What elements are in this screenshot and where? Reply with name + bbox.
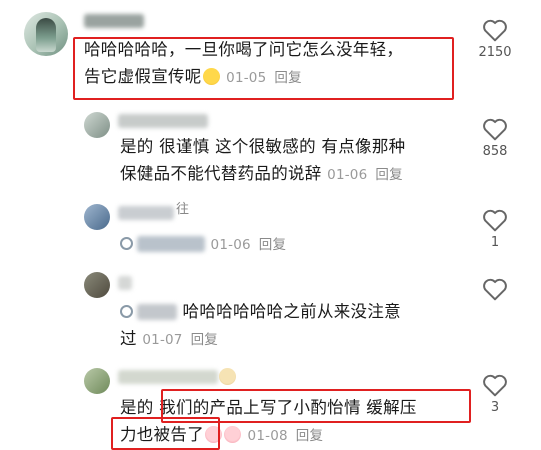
avatar[interactable]	[84, 112, 110, 138]
comment-text: 哈哈哈哈哈哈之前从来没注意 过 01-07 回复	[120, 302, 401, 348]
heart-outline-icon	[483, 118, 507, 141]
comment-text: 哈哈哈哈哈，一旦你喝了问它怎么没年轻， 告它虚假宣传呢 01-05 回复	[84, 40, 404, 86]
heart-outline-icon	[483, 209, 507, 232]
heart-outline-icon	[483, 374, 507, 397]
username-blurred[interactable]	[118, 276, 132, 290]
like-count: 1	[490, 235, 500, 250]
username-blurred[interactable]	[118, 370, 218, 384]
reply-button[interactable]: 回复	[296, 428, 323, 444]
reply-button[interactable]: 回复	[259, 237, 286, 253]
mention-blurred[interactable]	[137, 236, 205, 252]
comment-text: 是的 我们的产品上写了小酌怡情 缓解压 力也被告了 01-08 回复	[120, 398, 417, 444]
username-fragment: 往	[176, 202, 190, 217]
reply-button[interactable]: 回复	[274, 70, 301, 86]
username-blurred[interactable]	[84, 14, 144, 28]
emoji-icon	[202, 68, 220, 85]
comment-text: 01-06 回复	[120, 230, 286, 259]
emoji-icon	[219, 368, 236, 385]
heart-outline-icon	[483, 278, 507, 301]
mention-icon	[120, 237, 133, 250]
like-button[interactable]: 3	[470, 373, 520, 415]
mention-blurred[interactable]	[137, 304, 177, 320]
like-count: 858	[482, 144, 508, 159]
like-count: 2150	[478, 45, 512, 60]
emoji-icon	[224, 426, 241, 443]
reply-button[interactable]: 回复	[191, 332, 218, 348]
username-blurred[interactable]	[118, 206, 174, 220]
like-button[interactable]: 2150	[470, 18, 520, 60]
reply-button[interactable]: 回复	[375, 167, 402, 183]
avatar[interactable]	[84, 272, 110, 298]
like-count: 3	[490, 400, 500, 415]
avatar[interactable]	[84, 368, 110, 394]
mention-icon	[120, 305, 133, 318]
like-button[interactable]: 858	[470, 117, 520, 159]
emoji-icon	[205, 426, 222, 443]
username-blurred[interactable]	[118, 114, 208, 128]
avatar[interactable]	[84, 204, 110, 230]
heart-outline-icon	[483, 19, 507, 42]
like-button[interactable]: 1	[470, 208, 520, 250]
comment-text: 是的 很谨慎 这个很敏感的 有点像那种 保健品不能代替药品的说辞 01-06 回复	[120, 137, 406, 183]
avatar[interactable]	[24, 12, 68, 56]
like-button[interactable]	[470, 277, 520, 304]
